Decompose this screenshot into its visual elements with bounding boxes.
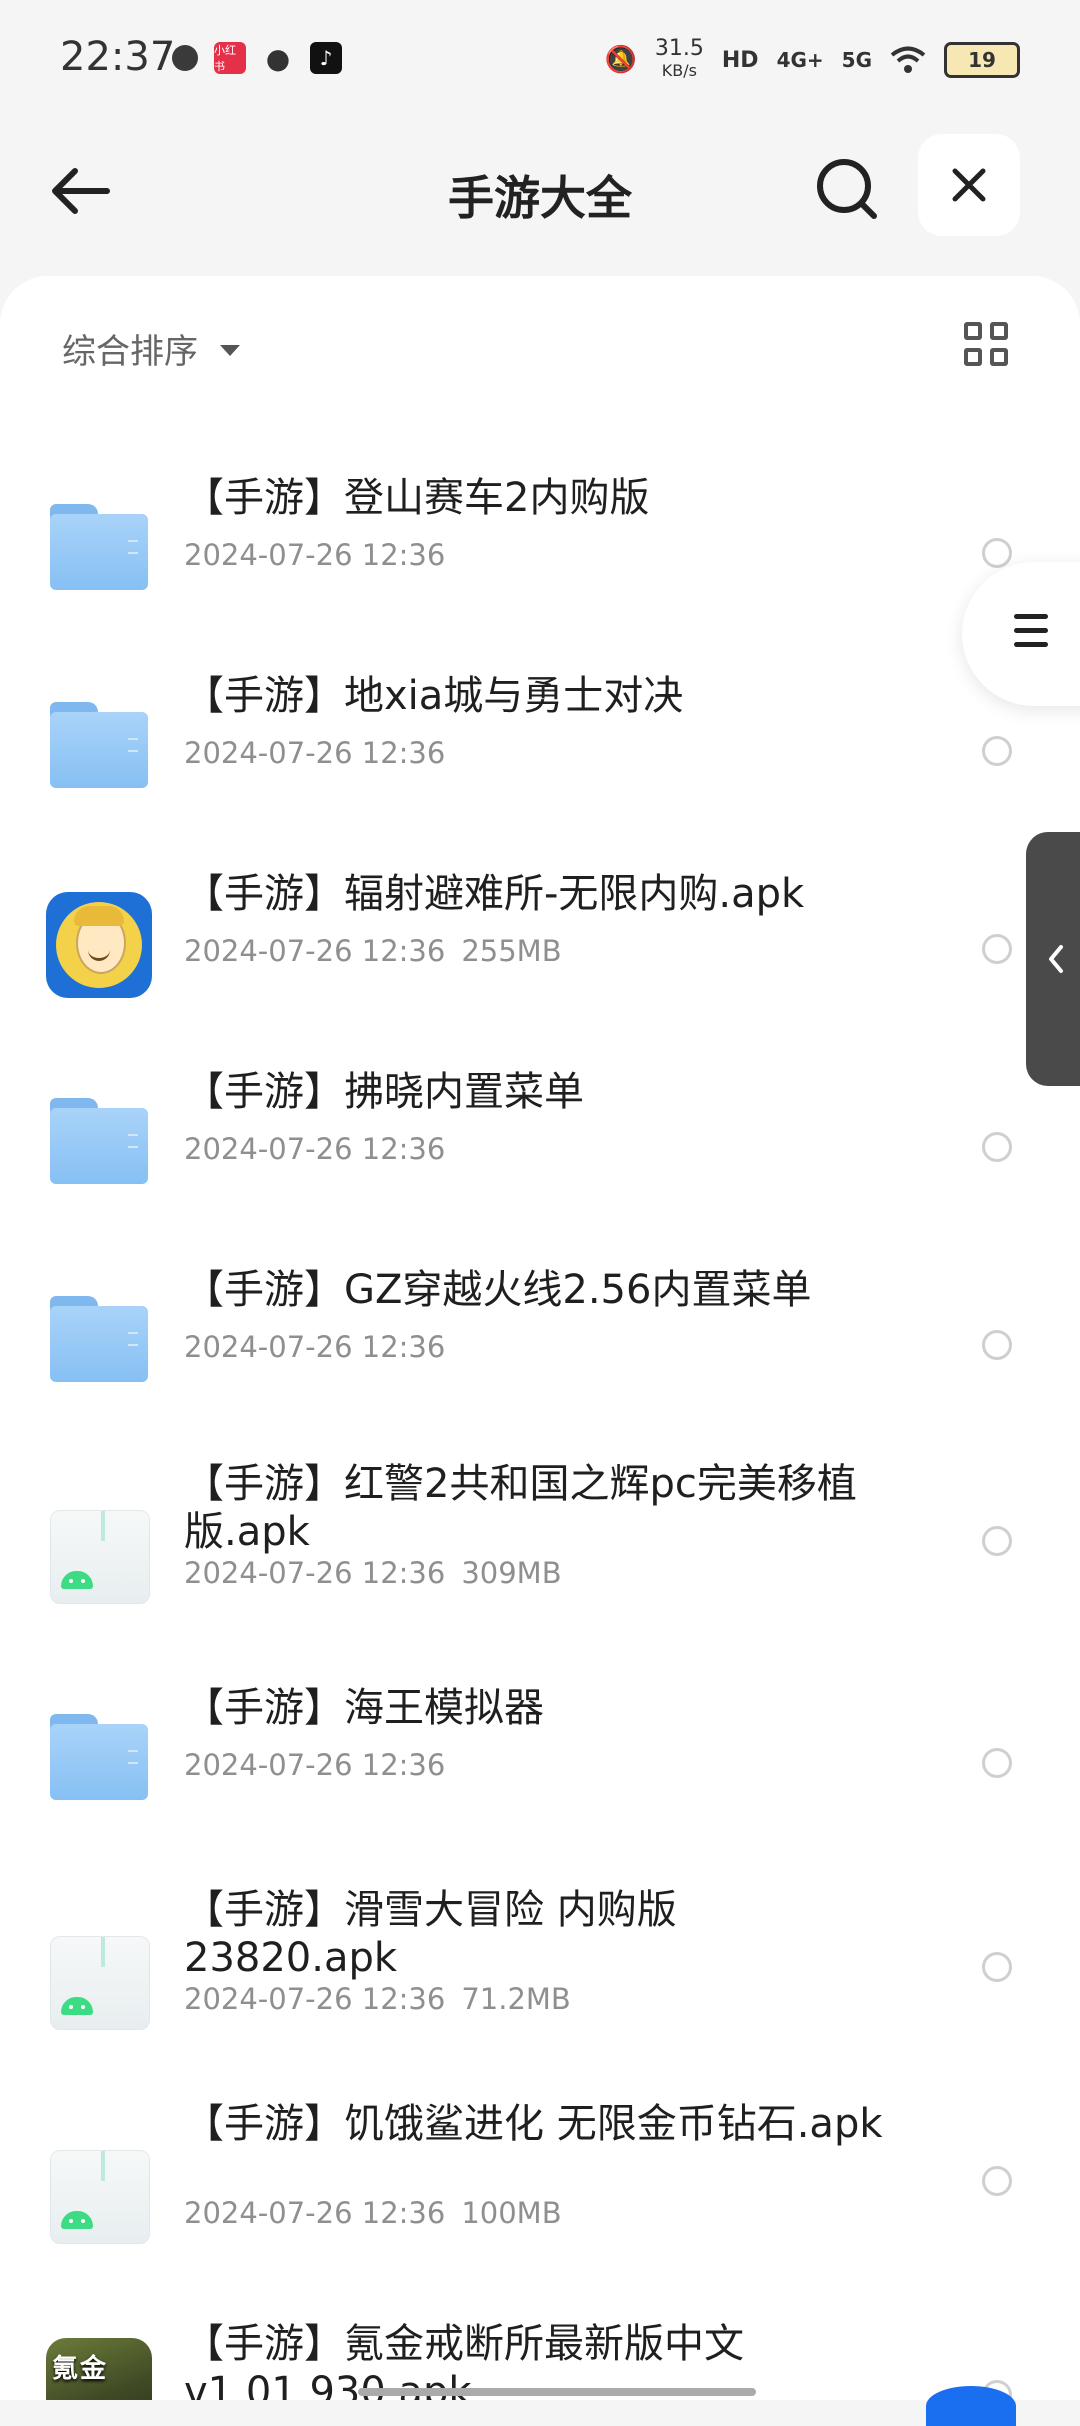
close-button[interactable] bbox=[918, 134, 1020, 236]
select-radio[interactable] bbox=[982, 1132, 1012, 1162]
file-meta: 2024-07-26 12:36 bbox=[184, 1132, 446, 1166]
file-meta: 2024-07-26 12:36 bbox=[184, 1330, 446, 1364]
fallout-app-icon bbox=[46, 892, 152, 998]
apk-icon bbox=[46, 1928, 152, 2034]
wechat-icon: ● bbox=[265, 41, 291, 75]
search-icon bbox=[817, 159, 877, 219]
folder-icon bbox=[46, 1292, 152, 1398]
file-name: 【手游】饥饿鲨进化 无限金币钻石.apk bbox=[184, 2101, 883, 2147]
hd-icon: HD bbox=[721, 47, 759, 73]
file-name: 【手游】地xia城与勇士对决 bbox=[184, 673, 684, 719]
close-icon bbox=[952, 168, 986, 202]
notification-icons: 小红书 ● ♪ bbox=[172, 41, 342, 75]
wifi-icon bbox=[890, 46, 926, 73]
signal-4g-icon: 4G+ bbox=[776, 48, 824, 72]
file-name: 【手游】滑雪大冒险 内购版23820.apk bbox=[184, 1887, 677, 1981]
status-time: 22:37 bbox=[60, 34, 176, 80]
select-radio[interactable] bbox=[982, 1748, 1012, 1778]
list-item[interactable]: 【手游】登山赛车2内购版 2024-07-26 12:36 bbox=[0, 475, 1080, 646]
battery-icon: 19 bbox=[944, 42, 1020, 78]
select-radio[interactable] bbox=[982, 934, 1012, 964]
file-meta: 2024-07-26 12:36 bbox=[184, 1748, 446, 1782]
file-name: 【手游】辐射避难所-无限内购.apk bbox=[184, 871, 805, 917]
search-button[interactable] bbox=[810, 152, 884, 226]
file-list-panel: 综合排序 【手游】登山赛车2内购版 2024-07-26 12:36 【手游】地… bbox=[0, 276, 1080, 2400]
select-radio[interactable] bbox=[982, 1526, 1012, 1556]
folder-icon bbox=[46, 1710, 152, 1816]
game-app-icon: 氪金 bbox=[46, 2338, 152, 2400]
list-item[interactable]: 【手游】地xia城与勇士对决 2024-07-26 12:36 bbox=[0, 673, 1080, 844]
caret-down-icon bbox=[220, 345, 240, 356]
list-item[interactable]: 【手游】滑雪大冒险 内购版23820.apk 2024-07-26 12:36 7… bbox=[0, 1887, 1080, 2082]
file-meta: 2024-07-26 12:36 bbox=[184, 538, 446, 572]
sort-dropdown[interactable]: 综合排序 bbox=[62, 324, 240, 373]
android-icon bbox=[61, 1571, 93, 1589]
mute-icon: 🔕 bbox=[604, 45, 637, 75]
list-item[interactable]: 【手游】GZ穿越火线2.56内置菜单 2024-07-26 12:36 bbox=[0, 1267, 1080, 1438]
location-icon bbox=[172, 45, 198, 71]
file-name: 【手游】红警2共和国之辉pc完美移植版.apk bbox=[184, 1461, 857, 1555]
app-header: 手游大全 bbox=[0, 110, 1080, 270]
file-name: 【手游】拂晓内置菜单 bbox=[184, 1069, 584, 1115]
menu-icon bbox=[1014, 614, 1048, 656]
grid-icon bbox=[964, 322, 982, 340]
list-item[interactable]: 【手游】海王模拟器 2024-07-26 12:36 bbox=[0, 1685, 1080, 1856]
apk-icon bbox=[46, 1502, 152, 1608]
android-icon bbox=[61, 2211, 93, 2229]
apk-icon bbox=[46, 2142, 152, 2248]
folder-icon bbox=[46, 1094, 152, 1200]
tiktok-icon: ♪ bbox=[310, 42, 342, 74]
floating-action-button[interactable] bbox=[926, 2386, 1016, 2426]
grid-view-button[interactable] bbox=[964, 322, 1010, 368]
file-name: 【手游】海王模拟器 bbox=[184, 1685, 544, 1731]
file-meta: 2024-07-26 12:36 bbox=[184, 736, 446, 770]
file-meta: 2024-07-26 12:36 71.2MB bbox=[184, 1982, 571, 2016]
folder-icon bbox=[46, 698, 152, 804]
signal-5g-icon: 5G bbox=[841, 48, 872, 72]
system-icons: 🔕 31.5 KB/s HD 4G+ 5G 19 bbox=[605, 38, 1020, 82]
chevron-left-icon bbox=[1049, 945, 1063, 973]
select-radio[interactable] bbox=[982, 1952, 1012, 1982]
status-bar: 22:37 小红书 ● ♪ 🔕 31.5 KB/s HD 4G+ 5G 19 bbox=[0, 0, 1080, 110]
file-name: 【手游】GZ穿越火线2.56内置菜单 bbox=[184, 1267, 812, 1313]
sort-label: 综合排序 bbox=[62, 332, 198, 372]
network-speed: 31.5 KB/s bbox=[654, 36, 704, 81]
select-radio[interactable] bbox=[982, 538, 1012, 568]
select-radio[interactable] bbox=[982, 2166, 1012, 2196]
file-meta: 2024-07-26 12:36 309MB bbox=[184, 1556, 562, 1590]
list-item[interactable]: 【手游】饥饿鲨进化 无限金币钻石.apk 2024-07-26 12:36 100… bbox=[0, 2101, 1080, 2296]
xiaohongshu-icon: 小红书 bbox=[214, 42, 246, 74]
file-name: 【手游】登山赛车2内购版 bbox=[184, 475, 650, 521]
list-item[interactable]: 【手游】辐射避难所-无限内购.apk 2024-07-26 12:36 255MB bbox=[0, 871, 1080, 1042]
list-item[interactable]: 【手游】拂晓内置菜单 2024-07-26 12:36 bbox=[0, 1069, 1080, 1240]
android-icon bbox=[61, 1997, 93, 2015]
file-meta: 2024-07-26 12:36 255MB bbox=[184, 934, 562, 968]
side-panel-handle[interactable] bbox=[1026, 832, 1080, 1086]
gesture-bar[interactable] bbox=[358, 2388, 756, 2396]
select-radio[interactable] bbox=[982, 1330, 1012, 1360]
folder-icon bbox=[46, 500, 152, 606]
select-radio[interactable] bbox=[982, 736, 1012, 766]
file-meta: 2024-07-26 12:36 100MB bbox=[184, 2196, 562, 2230]
list-item[interactable]: 【手游】红警2共和国之辉pc完美移植版.apk 2024-07-26 12:36… bbox=[0, 1461, 1080, 1656]
